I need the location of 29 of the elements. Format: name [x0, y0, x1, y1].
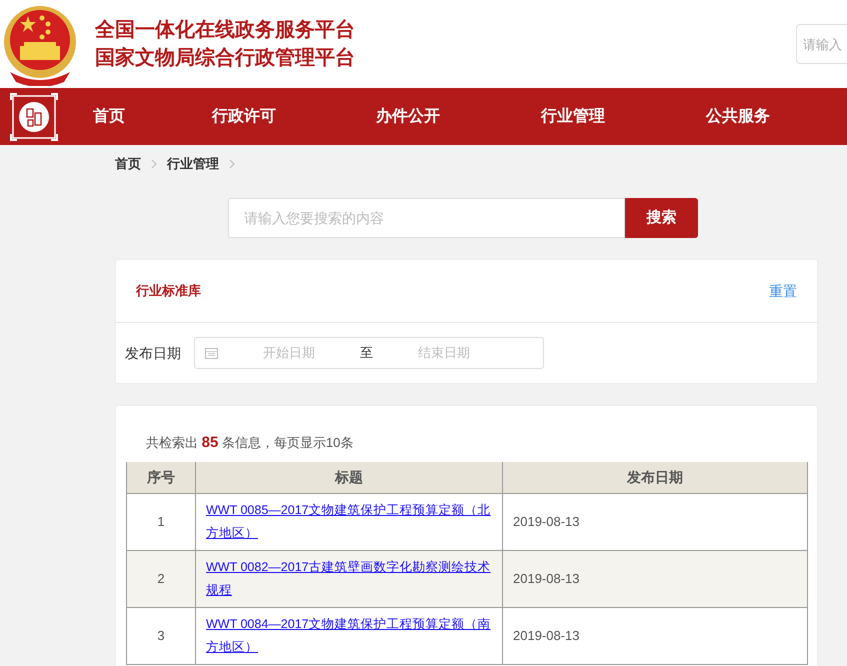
field-label: 发布日期 — [125, 344, 181, 362]
table-cell: 2019-08-13 — [502, 550, 808, 607]
platform-title: 国家文物局综合行政管理平台 — [95, 46, 355, 71]
column-header: 发布日期 — [502, 462, 808, 493]
breadcrumb-link[interactable]: 首页 — [115, 154, 141, 174]
date-range-field[interactable]: 开始日期 至 结束日期 — [194, 337, 544, 369]
nav-item[interactable]: 公共服务 — [706, 104, 806, 128]
nav-item[interactable]: 首页 — [93, 104, 212, 128]
chevron-right-icon — [151, 159, 157, 169]
chevron-right-icon — [229, 159, 235, 169]
results-summary: 共检索出 85 条信息，每页显示10条 — [145, 433, 354, 453]
platform-title: 全国一体化在线政务服务平台 — [95, 18, 355, 43]
column-header: 序号 — [126, 462, 196, 493]
breadcrumb-link[interactable]: 行业管理 — [167, 154, 219, 174]
table-cell: 2 — [126, 550, 196, 607]
seal-logo-icon — [10, 92, 58, 140]
section-title: 行业标准库 — [136, 282, 201, 300]
nav-item[interactable]: 行业管理 — [541, 104, 706, 128]
search-button[interactable]: 搜索 — [625, 198, 698, 238]
table-cell: 2019-08-13 — [502, 607, 808, 664]
nav-item[interactable]: 行政许可 — [212, 104, 376, 128]
table-cell: 3 — [126, 607, 196, 664]
table-cell: 2019-08-13 — [502, 493, 808, 550]
nav-item[interactable]: 办件公开 — [376, 104, 541, 128]
search-field[interactable]: 请输入您要搜索的内容 — [228, 198, 625, 238]
calendar-icon — [205, 347, 218, 359]
column-header: 标题 — [196, 462, 502, 493]
table-cell: 1 — [126, 493, 196, 550]
search-field[interactable]: 请输入 — [796, 24, 847, 64]
